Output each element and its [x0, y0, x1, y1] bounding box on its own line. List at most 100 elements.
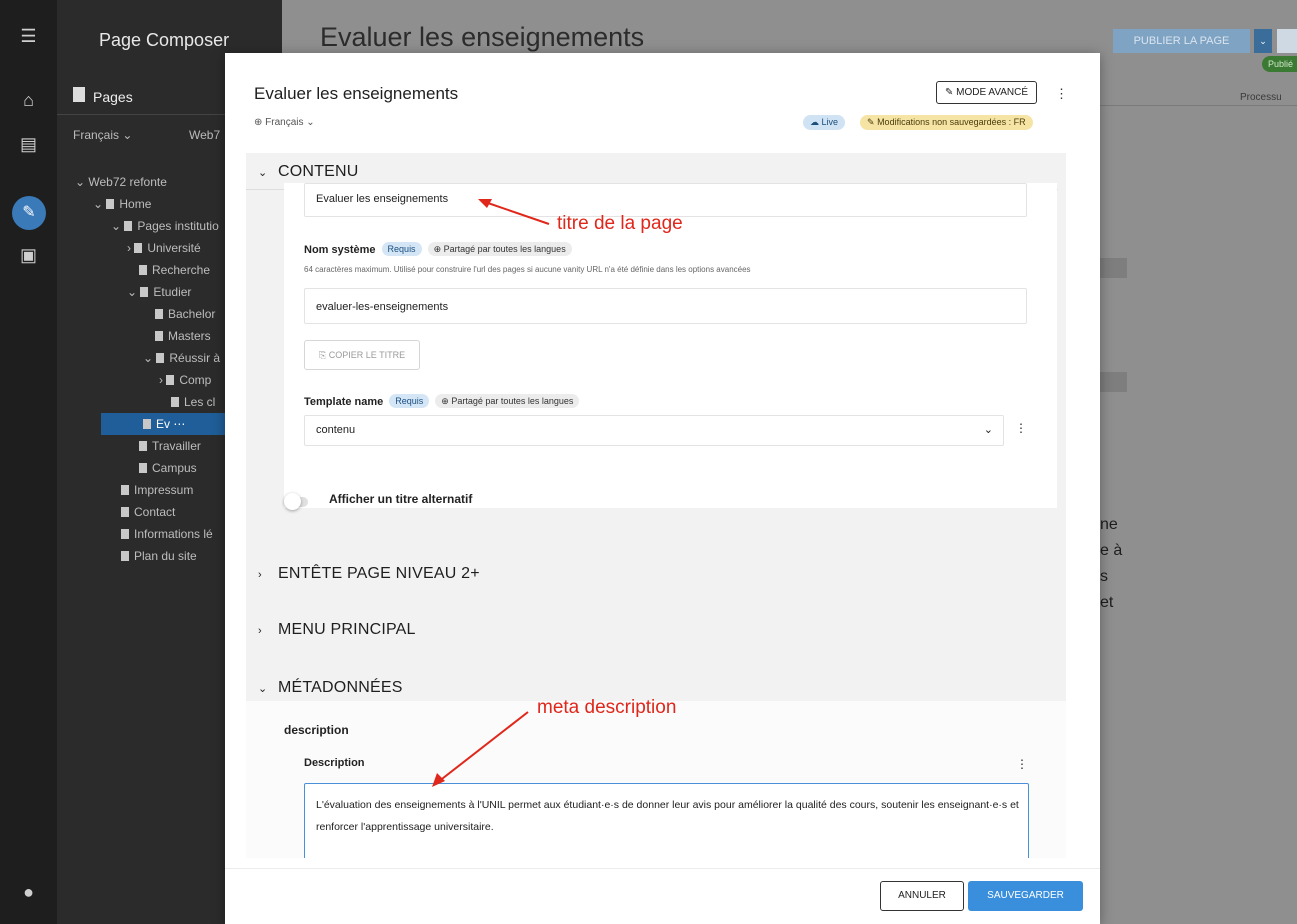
chevron-right-icon: ›: [258, 625, 262, 637]
tree-node[interactable]: Bachelor: [155, 303, 215, 325]
folder-icon: [124, 221, 133, 231]
save-button[interactable]: SAUVEGARDER: [968, 881, 1083, 911]
copy-icon: ⎘: [319, 350, 327, 360]
template-name-label: Template name Requis ⊕ Partagé par toutes …: [304, 394, 580, 408]
file-icon: [106, 199, 115, 209]
cancel-button[interactable]: ANNULER: [880, 881, 964, 911]
template-select[interactable]: contenu ⌄: [304, 415, 1004, 446]
file-icon: [139, 441, 147, 451]
background-text: ne: [1100, 516, 1118, 533]
more-options-icon[interactable]: ⋮: [1016, 757, 1028, 771]
gallery-icon[interactable]: ▣: [0, 245, 57, 266]
info-button[interactable]: [1277, 29, 1297, 53]
shared-chip: ⊕ Partagé par toutes les langues: [435, 394, 580, 408]
dialog-footer: ANNULER SAUVEGARDER: [225, 868, 1100, 924]
required-chip: Requis: [381, 242, 422, 256]
description-textarea[interactable]: L'évaluation des enseignements à l'UNIL …: [304, 783, 1029, 858]
tree-node[interactable]: Informations lé: [121, 523, 213, 545]
description-label: Description: [304, 757, 365, 769]
title-field[interactable]: Evaluer les enseignements: [304, 183, 1027, 217]
live-badge: ☁ Live: [803, 115, 846, 130]
tree-node[interactable]: Contact: [121, 501, 175, 523]
section-header-level2[interactable]: › ENTÊTE PAGE NIVEAU 2+: [258, 565, 480, 583]
language-select[interactable]: Français ⌄: [73, 128, 132, 142]
file-icon: [171, 397, 179, 407]
file-icon: [121, 551, 129, 561]
file-icon: [134, 243, 143, 253]
tree-node[interactable]: ⌄ Web72 refonte: [75, 171, 167, 193]
file-icon: [155, 309, 163, 319]
cloud-icon: ☁: [810, 117, 819, 127]
tree-node[interactable]: Campus: [139, 457, 197, 479]
user-icon[interactable]: ●: [0, 882, 57, 903]
file-icon: [73, 87, 85, 102]
system-name-input[interactable]: evaluer-les-enseignements: [304, 288, 1027, 324]
background-band: [1100, 372, 1127, 392]
section-metadata[interactable]: ⌄ MÉTADONNÉES: [258, 679, 403, 697]
file-icon: [140, 287, 149, 297]
tree-node[interactable]: Recherche: [139, 259, 210, 281]
tree-node[interactable]: Les cl: [171, 391, 215, 413]
pencil-icon: ✎: [867, 117, 875, 127]
file-icon: [121, 529, 129, 539]
tree-node[interactable]: ⌄ Réussir à: [143, 347, 220, 369]
tree-node[interactable]: ⌄ Pages institutio: [111, 215, 219, 237]
dialog-title: Evaluer les enseignements: [254, 84, 459, 103]
toggle-knob: [284, 493, 301, 510]
alt-title-toggle[interactable]: [284, 493, 308, 510]
left-rail: ☰ ⌂ ▤ ✎ ▣ ●: [0, 0, 57, 924]
tree-node[interactable]: Plan du site: [121, 545, 197, 567]
edit-icon[interactable]: ✎: [12, 196, 46, 230]
shared-chip: ⊕ Partagé par toutes les langues: [427, 242, 572, 256]
copy-title-button[interactable]: ⎘ COPIER LE TITRE: [304, 340, 421, 370]
background-text: e à: [1100, 542, 1123, 559]
pencil-icon: ✎: [945, 87, 954, 98]
alt-title-label: Afficher un titre alternatif: [329, 492, 473, 506]
system-name-label: Nom système Requis ⊕ Partagé par toutes le…: [304, 242, 572, 256]
file-icon: [139, 265, 147, 275]
menu-icon[interactable]: ☰: [0, 26, 57, 47]
chevron-down-icon: ⌄: [258, 167, 268, 179]
home-icon[interactable]: ⌂: [0, 90, 57, 111]
chevron-right-icon: ›: [258, 569, 262, 581]
file-icon: [121, 507, 129, 517]
file-icon: [121, 485, 129, 495]
tree-node[interactable]: › Comp: [159, 369, 211, 391]
section-main-menu[interactable]: › MENU PRINCIPAL: [258, 621, 416, 639]
publish-button[interactable]: PUBLIER LA PAGE: [1113, 29, 1250, 53]
background-text: et: [1100, 594, 1114, 611]
edit-page-dialog: Evaluer les enseignements ⊕ Français ⌄ ✎…: [225, 53, 1100, 924]
tree-node[interactable]: ⌄ Home: [93, 193, 151, 215]
file-icon: [139, 463, 147, 473]
advanced-mode-button[interactable]: ✎ MODE AVANCÉ: [936, 81, 1038, 104]
tree-node[interactable]: › Université: [127, 237, 201, 259]
process-tab[interactable]: Processu: [1240, 92, 1282, 103]
more-options-icon[interactable]: ⋮: [1055, 86, 1068, 102]
site-select[interactable]: Web7: [189, 128, 220, 142]
tree-node[interactable]: ⌄ Etudier: [127, 281, 191, 303]
pages-label: Pages: [93, 89, 133, 105]
language-select[interactable]: ⊕ Français ⌄: [254, 117, 315, 128]
file-icon: [166, 375, 175, 385]
background-band: [1100, 258, 1127, 278]
form-panel: ⌄ CONTENU Evaluer les enseignements Nom s…: [246, 153, 1066, 858]
tree-node[interactable]: Masters: [155, 325, 211, 347]
file-icon: [155, 331, 163, 341]
file-icon: [156, 353, 165, 363]
clipboard-icon[interactable]: ▤: [0, 134, 57, 155]
metadata-card: description Description ⋮ L'évaluation d…: [246, 701, 1066, 858]
published-badge: Publié: [1262, 56, 1297, 72]
chevron-down-icon: ⌄: [983, 424, 993, 436]
unsaved-badge: ✎ Modifications non sauvegardées : FR: [860, 115, 1033, 130]
required-chip: Requis: [389, 394, 430, 408]
chevron-down-icon: ⌄: [258, 683, 268, 695]
background-text: s: [1100, 568, 1108, 585]
tree-node[interactable]: Travailler: [139, 435, 201, 457]
title-annotation: titre de la page: [557, 213, 683, 234]
system-name-hint: 64 caractères maximum. Utilisé pour cons…: [304, 265, 751, 274]
more-options-icon[interactable]: ⋮: [1015, 421, 1027, 435]
file-icon: [143, 419, 151, 429]
section-content[interactable]: ⌄ CONTENU: [258, 163, 359, 181]
tree-node[interactable]: Impressum: [121, 479, 193, 501]
chevron-down-icon[interactable]: ⌄: [1254, 29, 1272, 53]
